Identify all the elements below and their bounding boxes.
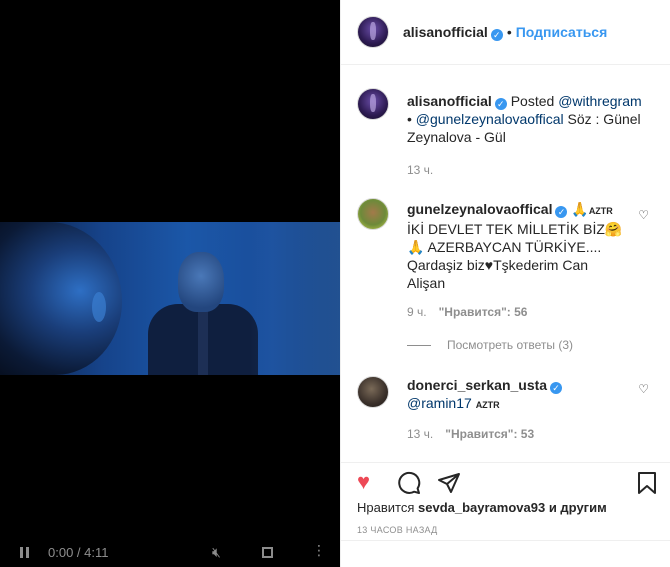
comment-likes[interactable]: "Нравится": 53 [445,427,534,441]
comment-like-icon[interactable]: ♡ [638,382,649,396]
header-username[interactable]: alisanofficial [403,24,488,40]
likes-prefix: Нравится [357,500,415,515]
comment-line: Alişan [407,275,446,291]
comment-bubble-svg [398,471,421,494]
comment-time[interactable]: 13 ч. [407,427,433,441]
mute-icon[interactable]: 🔇︎ [212,544,221,561]
verified-icon: ✓ [494,98,507,110]
comment-meta: 9 ч. "Нравится": 56 [407,305,527,319]
instagram-post-modal: 0:00 / 4:11 🔇︎ ⋮ alisanofficial ✓ • Подписа… [0,0,670,567]
separator-dot: • [407,111,412,127]
comment-avatar[interactable] [357,376,389,408]
video-light-glow [250,222,340,375]
video-time: 0:00 / 4:11 [48,545,109,560]
mention-link[interactable]: @gunelzeynalovaoffical [416,111,564,127]
avatar[interactable] [357,16,389,48]
save-bookmark-icon[interactable] [637,471,657,499]
video-player[interactable]: 0:00 / 4:11 🔇︎ ⋮ [0,0,340,567]
comment-badge: AZTR [475,400,500,410]
video-person-head [178,252,224,312]
verified-icon: ✓ [550,382,563,394]
likes-summary: Нравится sevda_bayramova93 и другим [357,500,607,515]
comment-username[interactable]: donerci_serkan_usta [407,377,547,393]
post-side-panel: alisanofficial ✓ • Подписаться alisanoffici… [340,0,670,567]
caption-posted: Posted [510,93,555,109]
comment-likes[interactable]: "Нравится": 56 [439,305,528,319]
comment-text: gunelzeynalovaoffical ✓ 🙏AZTR İKİ DEVLET … [407,200,647,292]
view-replies-button[interactable]: Посмотреть ответы (3) [407,338,573,352]
comment-badge: AZTR [588,206,613,216]
verified-icon: ✓ [490,29,503,41]
likes-user[interactable]: sevda_bayramova93 [418,500,545,515]
caption-time[interactable]: 13 ч. [407,163,433,177]
share-icon[interactable] [437,471,461,499]
like-heart-icon[interactable]: ♥ [357,471,370,493]
caption-avatar[interactable] [357,88,389,120]
fullscreen-icon[interactable] [262,547,273,558]
video-more-icon[interactable]: ⋮ [312,542,326,559]
divider [341,540,670,541]
post-header: alisanofficial ✓ • Подписаться [341,0,670,65]
share-svg [438,473,460,493]
video-frame[interactable] [0,222,340,375]
comment-line: İKİ DEVLET TEK MİLLETİK BİZ [407,221,605,237]
comment-time[interactable]: 9 ч. [407,305,427,319]
comment-username[interactable]: gunelzeynalovaoffical [407,201,552,217]
video-ear-highlight [92,292,106,322]
replies-line [407,345,431,346]
video-controls: 0:00 / 4:11 🔇︎ ⋮ [0,537,340,567]
comment-text: donerci_serkan_usta ✓ @ramin17 AZTR [407,376,647,414]
hug-emoji-icon: 🤗 [604,221,623,237]
mention-link[interactable]: @withregram [558,93,641,109]
comment-line: Qardaşiz biz♥Tşkederim Can [407,257,589,273]
follow-button[interactable]: Подписаться [516,24,608,40]
caption-username[interactable]: alisanofficial [407,93,492,109]
mention-link[interactable]: @ramin17 [407,395,472,411]
comment-line: AZERBAYCAN TÜRKİYE.... [424,239,602,255]
caption-text: alisanofficial ✓ Posted @withregram • @gu… [407,92,647,146]
verified-icon: ✓ [555,206,568,218]
replies-label: Посмотреть ответы (3) [447,338,574,352]
header-user-line: alisanofficial ✓ • Подписаться [403,24,607,41]
bookmark-svg [638,472,656,494]
separator-dot: • [506,24,512,40]
comment-like-icon[interactable]: ♡ [638,208,649,222]
likes-suffix[interactable]: и другим [549,500,607,515]
pray-emoji-icon: 🙏 [407,239,425,255]
comment-meta: 13 ч. "Нравится": 53 [407,427,534,441]
comment-bubble-icon[interactable] [397,471,421,499]
post-time[interactable]: 13 ЧАСОВ НАЗАД [357,525,438,535]
pause-icon[interactable] [20,547,30,558]
video-person-tie [198,310,208,375]
comment-avatar[interactable] [357,198,389,230]
pray-emoji-icon: 🙏 [571,201,589,217]
comments-list[interactable]: alisanofficial ✓ Posted @withregram • @gu… [341,66,670,462]
